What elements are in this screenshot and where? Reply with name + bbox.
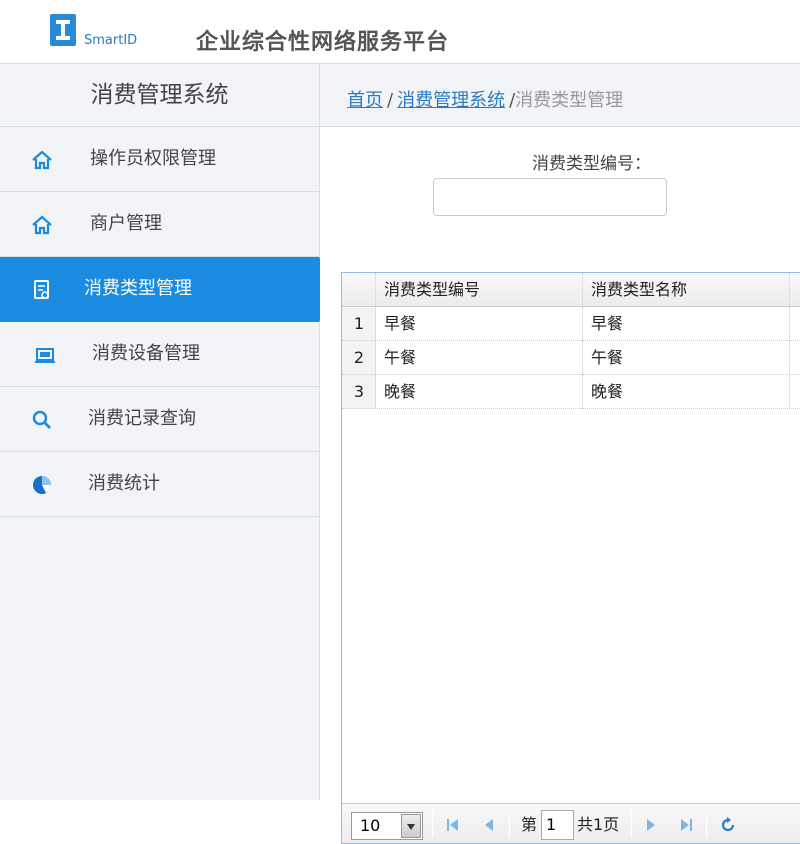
sidebar-item-statistics[interactable]: 消费统计 xyxy=(0,452,319,517)
sidebar-item-label: 操作员权限管理 xyxy=(90,148,216,169)
row-number: 2 xyxy=(353,348,365,367)
rownum-header xyxy=(342,273,376,307)
pie-chart-icon xyxy=(33,476,51,494)
next-page-icon[interactable] xyxy=(642,816,660,834)
home-icon xyxy=(32,150,52,170)
sidebar: 消费管理系统 操作员权限管理 商户管理 消费类型管理 消费设备管理 消费记录查询… xyxy=(0,64,337,800)
consumption-type-code-label: 消费类型编号： xyxy=(532,154,651,174)
breadcrumb-bar: 首页 / 消费管理系统/消费类型管理 xyxy=(320,64,800,127)
breadcrumb-separator: / xyxy=(387,90,394,111)
cell-name: 早餐 xyxy=(583,307,790,341)
table-row[interactable]: 1 早餐 早餐 xyxy=(342,307,800,341)
grid-header: 消费类型编号 消费类型名称 xyxy=(342,273,800,307)
sidebar-item-label: 消费设备管理 xyxy=(92,343,200,364)
logo-text: SmartID xyxy=(84,33,138,48)
home-icon xyxy=(32,215,52,235)
sidebar-item-consumption-type[interactable]: 消费类型管理 xyxy=(0,257,337,322)
page-size-value: 10 xyxy=(360,816,381,835)
breadcrumb-home-link[interactable]: 首页 xyxy=(347,90,383,111)
sidebar-item-devices[interactable]: 消费设备管理 xyxy=(0,322,319,387)
column-header-code[interactable]: 消费类型编号 xyxy=(376,273,583,307)
column-header-name[interactable]: 消费类型名称 xyxy=(583,273,790,307)
top-header: SmartID 企业综合性网络服务平台 xyxy=(0,0,800,64)
pager-divider xyxy=(432,812,433,838)
site-title: 企业综合性网络服务平台 xyxy=(196,29,450,55)
first-page-icon[interactable] xyxy=(444,816,462,834)
row-number: 1 xyxy=(353,314,365,333)
sidebar-item-label: 消费记录查询 xyxy=(88,408,196,429)
document-icon xyxy=(34,280,49,299)
monitor-icon xyxy=(35,348,55,363)
search-icon xyxy=(32,410,51,429)
pager-divider xyxy=(509,812,510,838)
consumption-type-code-input[interactable] xyxy=(433,178,667,216)
sidebar-item-merchant[interactable]: 商户管理 xyxy=(0,192,319,257)
row-number: 3 xyxy=(353,382,365,401)
pagination-bar: 10 第 1 共1页 xyxy=(342,803,800,843)
chevron-down-icon[interactable] xyxy=(401,814,421,838)
sidebar-item-label: 消费类型管理 xyxy=(84,278,192,299)
page-size-select[interactable]: 10 xyxy=(351,812,423,840)
sidebar-item-label: 商户管理 xyxy=(90,213,162,234)
pager-divider xyxy=(631,812,632,838)
sidebar-title: 消费管理系统 xyxy=(0,64,319,127)
breadcrumb-current: 消费类型管理 xyxy=(515,90,624,111)
cell-name: 晚餐 xyxy=(583,375,790,409)
cell-code: 午餐 xyxy=(376,341,583,375)
table-row[interactable]: 2 午餐 午餐 xyxy=(342,341,800,375)
pager-divider xyxy=(706,812,707,838)
sidebar-item-operator-permissions[interactable]: 操作员权限管理 xyxy=(0,127,319,192)
main-content: 消费类型编号： 消费类型编号 消费类型名称 1 早餐 早餐 2 午餐 午餐 3 … xyxy=(320,127,800,844)
data-grid: 消费类型编号 消费类型名称 1 早餐 早餐 2 午餐 午餐 3 晚餐 晚餐 10 xyxy=(341,272,800,844)
refresh-icon[interactable] xyxy=(719,816,737,834)
sidebar-item-label: 消费统计 xyxy=(88,473,160,494)
sidebar-item-records[interactable]: 消费记录查询 xyxy=(0,387,319,452)
prev-page-icon[interactable] xyxy=(480,816,498,834)
current-page-input[interactable]: 1 xyxy=(541,810,574,840)
total-pages-label: 共1页 xyxy=(577,815,620,834)
last-page-icon[interactable] xyxy=(677,816,695,834)
page-prefix-label: 第 xyxy=(521,815,538,834)
breadcrumb-system-link[interactable]: 消费管理系统 xyxy=(397,90,505,111)
breadcrumb: 首页 / 消费管理系统/消费类型管理 xyxy=(347,86,623,112)
cell-code: 早餐 xyxy=(376,307,583,341)
cell-name: 午餐 xyxy=(583,341,790,375)
table-row[interactable]: 3 晚餐 晚餐 xyxy=(342,375,800,409)
smartid-logo-icon xyxy=(50,14,76,46)
cell-code: 晚餐 xyxy=(376,375,583,409)
